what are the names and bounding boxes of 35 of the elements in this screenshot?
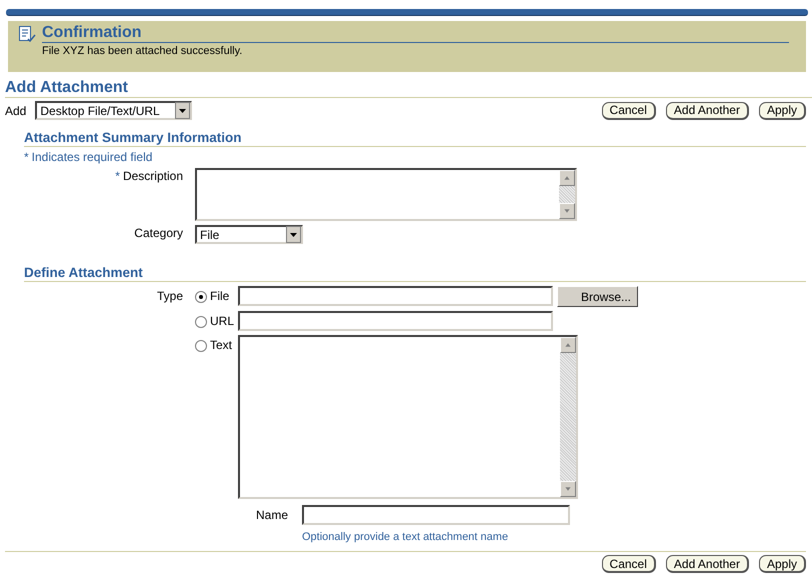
page-title: Add Attachment [5,78,812,98]
add-dropdown[interactable]: Desktop File/Text/URL [35,101,192,120]
description-label: Description [122,169,183,183]
radio-button[interactable] [195,316,207,328]
required-mark: * [24,150,29,164]
browse-button[interactable]: Browse... [557,286,638,307]
action-button[interactable]: Add Another [666,102,749,120]
action-button[interactable]: Add Another [666,555,749,573]
required-mark: * [115,169,120,183]
url-field[interactable] [238,311,553,331]
category-label: Category [134,226,183,240]
confirmation-title: Confirmation [42,24,789,43]
category-dropdown[interactable]: File [195,225,303,244]
text-field[interactable] [238,335,578,499]
name-field[interactable] [302,505,570,525]
required-note: Indicates required field [32,150,152,164]
action-button[interactable]: Apply [758,555,806,573]
add-label: Add [5,104,26,118]
radio-button[interactable] [195,340,207,352]
section-heading: Attachment Summary Information [24,129,806,147]
description-field[interactable] [195,168,577,221]
document-check-icon [18,25,36,43]
radio-label: URL [210,314,234,328]
action-button[interactable]: Cancel [602,102,656,120]
radio-label: Text [210,338,234,352]
action-button[interactable]: Cancel [602,555,656,573]
section-heading: Define Attachment [24,264,806,282]
file-field[interactable] [238,286,553,306]
confirmation-message: File XYZ has been attached successfully. [42,44,244,58]
action-button[interactable]: Apply [758,102,806,120]
radio-button[interactable] [195,291,207,303]
hint-text: Optionally provide a text attachment name [302,531,510,543]
type-label: Type [156,289,183,303]
name-label: Name [256,508,290,522]
radio-label: File [210,289,230,303]
